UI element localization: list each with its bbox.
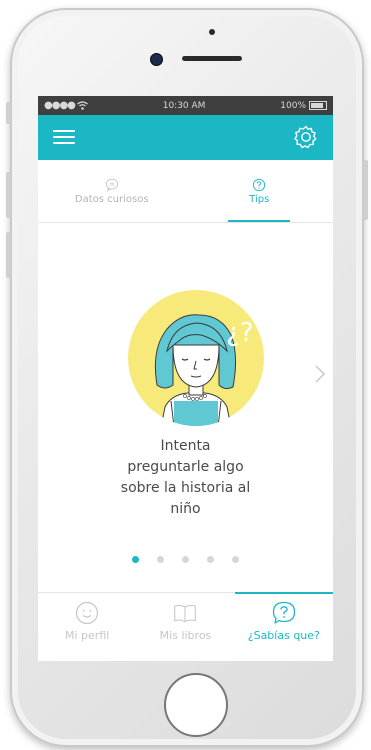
volume-up-button <box>6 172 11 218</box>
tips-content: ¿? Intenta preguntarle algo sobre la his… <box>38 223 333 595</box>
front-camera <box>150 53 163 66</box>
settings-gear-icon[interactable] <box>294 125 318 149</box>
app-bar <box>38 115 333 160</box>
tab-datos-curiosos[interactable]: Datos curiosos <box>38 160 186 222</box>
battery-percent: 100% <box>280 100 306 111</box>
earpiece-speaker <box>182 56 242 61</box>
power-button <box>363 160 368 220</box>
girl-thinking-illustration: ¿? <box>128 290 264 426</box>
pager-dot[interactable] <box>157 556 164 563</box>
nav-label: Mis libros <box>159 629 212 642</box>
wifi-icon <box>77 101 88 110</box>
tab-label: Datos curiosos <box>74 194 149 205</box>
nav-label: ¿Sabías que? <box>247 629 320 642</box>
app-screen: ●●●● 10:30 AM 100% Datos curiosos Tips ¿… <box>38 96 333 661</box>
chevron-right-icon[interactable] <box>313 364 327 384</box>
nav-sabias-que[interactable]: ¿Sabías que? <box>234 592 333 661</box>
battery-icon <box>309 101 327 110</box>
nav-label: Mi perfil <box>65 629 110 642</box>
tab-tips[interactable]: Tips <box>186 160 334 222</box>
pager-dot[interactable] <box>207 556 214 563</box>
mute-switch <box>6 102 11 124</box>
volume-down-button <box>6 232 11 278</box>
question-bubble-icon <box>272 601 295 624</box>
tab-label: Tips <box>249 194 270 205</box>
status-time: 10:30 AM <box>162 100 206 111</box>
tip-text: Intenta preguntarle algo sobre la histor… <box>120 438 251 517</box>
proximity-sensor <box>209 29 215 35</box>
pager-dot[interactable] <box>232 556 239 563</box>
pager-dots <box>38 556 333 563</box>
bottom-navigation: Mi perfil Mis libros ¿Sabías que? <box>38 592 333 661</box>
book-icon <box>174 604 197 623</box>
section-tabs: Datos curiosos Tips <box>38 160 333 223</box>
home-button[interactable] <box>164 673 228 737</box>
chat-bubble-icon <box>105 178 118 192</box>
smiley-icon <box>76 601 99 625</box>
question-circle-icon <box>253 178 266 192</box>
pager-dot[interactable] <box>132 556 139 563</box>
illustration-question-marks: ¿? <box>226 318 254 348</box>
signal-dots-icon: ●●●● <box>44 100 76 111</box>
pager-dot[interactable] <box>182 556 189 563</box>
nav-mis-libros[interactable]: Mis libros <box>136 593 234 661</box>
menu-icon[interactable] <box>53 130 75 144</box>
nav-mi-perfil[interactable]: Mi perfil <box>38 593 136 661</box>
status-bar: ●●●● 10:30 AM 100% <box>38 96 333 115</box>
